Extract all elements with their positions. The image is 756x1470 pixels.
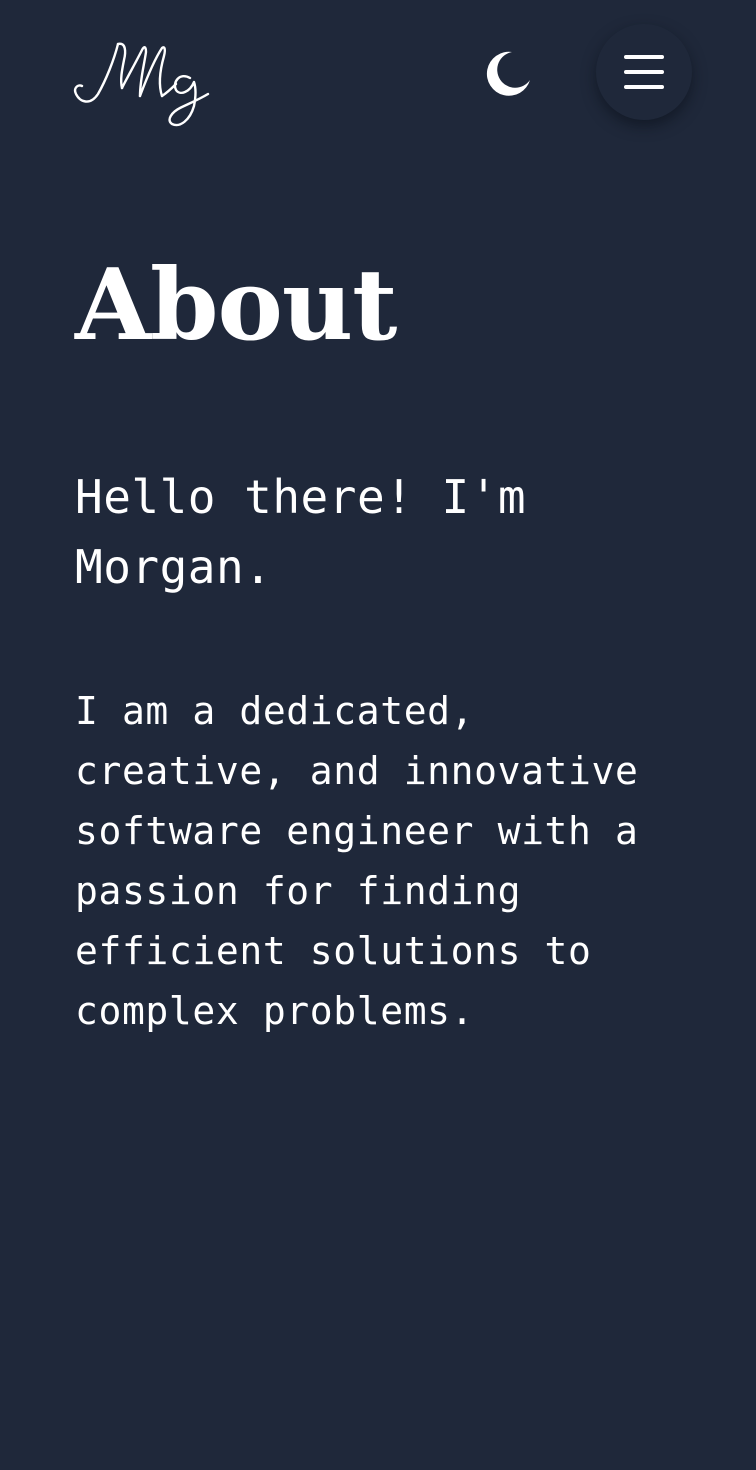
bio-paragraph: I am a dedicated, creative, and innovati… (75, 689, 639, 1033)
menu-button[interactable] (596, 24, 692, 120)
page-title: About (75, 248, 397, 363)
moon-icon (486, 51, 530, 96)
signature-logo (73, 42, 210, 127)
theme-toggle-button[interactable] (474, 44, 534, 104)
greeting-heading: Hello there! I'm Morgan. (75, 470, 527, 594)
site-header (0, 0, 756, 150)
hamburger-menu-icon (624, 55, 664, 89)
site-logo[interactable] (70, 36, 220, 132)
